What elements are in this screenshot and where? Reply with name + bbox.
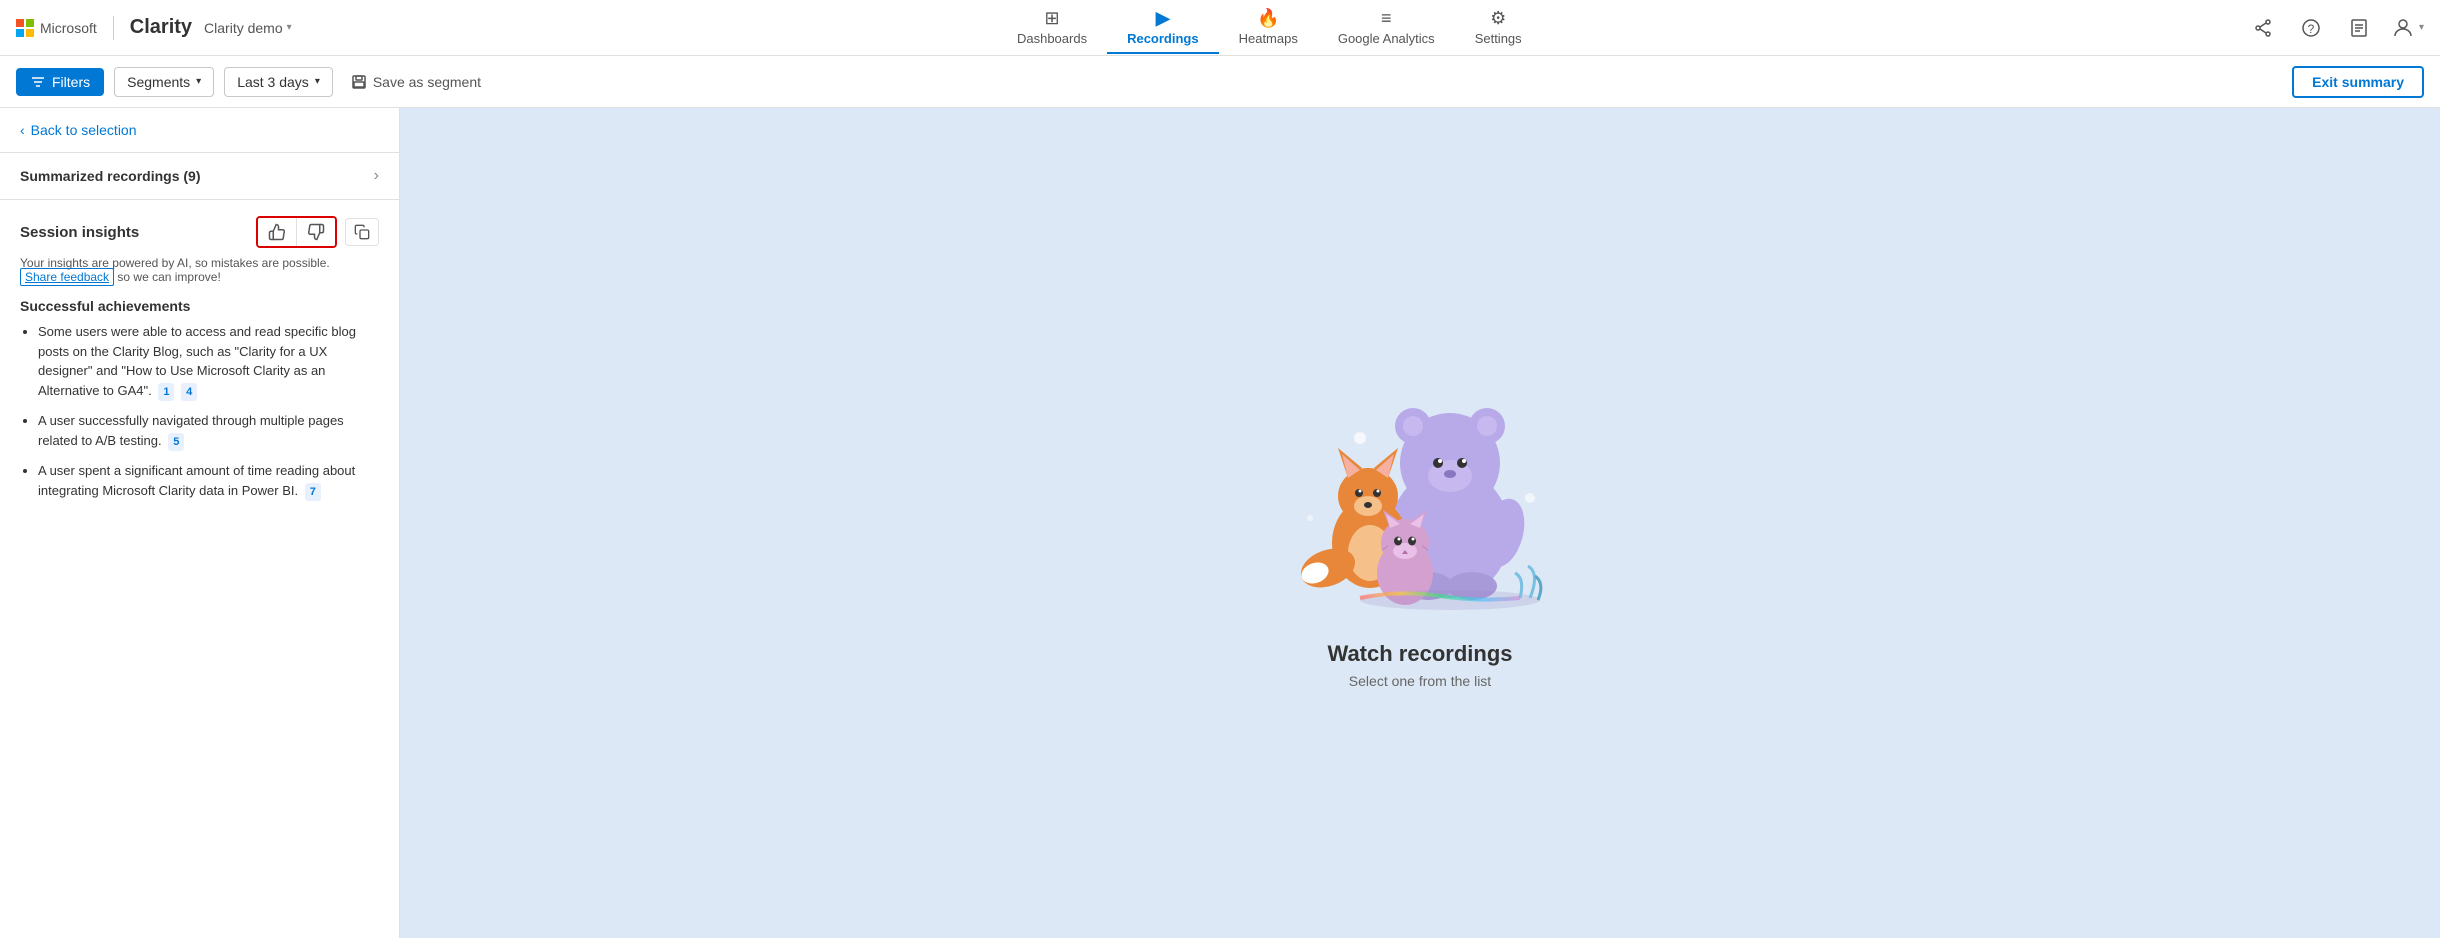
- thumbs-down-button[interactable]: [297, 218, 335, 246]
- tag-3[interactable]: 5: [168, 433, 184, 452]
- list-item: Some users were able to access and read …: [38, 322, 379, 401]
- exit-summary-label: Exit summary: [2312, 74, 2404, 90]
- tag-4[interactable]: 7: [305, 483, 321, 502]
- list-item: A user successfully navigated through mu…: [38, 411, 379, 451]
- left-panel: ‹ Back to selection Summarized recording…: [0, 108, 400, 938]
- back-arrow-icon: ‹: [20, 122, 25, 138]
- settings-icon: ⚙: [1490, 8, 1506, 29]
- nav-heatmaps-label: Heatmaps: [1239, 31, 1298, 46]
- achievements-list: Some users were able to access and read …: [20, 322, 379, 501]
- heatmaps-icon: 🔥: [1257, 8, 1279, 29]
- achievements-title: Successful achievements: [20, 298, 379, 314]
- watch-recordings-title: Watch recordings: [1328, 641, 1513, 667]
- daterange-chevron-icon: ▾: [315, 76, 320, 87]
- nav-item-google-analytics[interactable]: ≡ Google Analytics: [1318, 2, 1455, 54]
- help-icon-btn[interactable]: ?: [2295, 12, 2327, 44]
- insights-title: Session insights: [20, 224, 139, 241]
- tag-2[interactable]: 4: [181, 383, 197, 402]
- list-item: A user spent a significant amount of tim…: [38, 461, 379, 501]
- dashboards-icon: ⊞: [1044, 8, 1059, 29]
- animals-illustration: [1260, 358, 1580, 618]
- docs-icon-btn[interactable]: [2343, 12, 2375, 44]
- save-segment-button[interactable]: Save as segment: [343, 68, 489, 96]
- thumbs-up-button[interactable]: [258, 218, 297, 246]
- nav-item-heatmaps[interactable]: 🔥 Heatmaps: [1219, 2, 1318, 54]
- nav-item-dashboards[interactable]: ⊞ Dashboards: [997, 2, 1107, 54]
- main-layout: ‹ Back to selection Summarized recording…: [0, 108, 2440, 938]
- summarized-chevron-icon: ›: [374, 167, 379, 185]
- nav-dashboards-label: Dashboards: [1017, 31, 1087, 46]
- filters-label: Filters: [52, 74, 90, 90]
- watch-illustration: [1260, 358, 1580, 621]
- segments-label: Segments: [127, 74, 190, 90]
- insights-section: Session insights: [0, 200, 399, 527]
- ms-logo: Microsoft: [16, 19, 97, 37]
- thumbs-feedback-box: [256, 216, 337, 248]
- nav-right: ? ▾: [2247, 12, 2424, 44]
- share-feedback-link[interactable]: Share feedback: [20, 268, 114, 286]
- project-chevron-icon: ▾: [287, 22, 292, 33]
- user-menu-btn[interactable]: ▾: [2391, 16, 2424, 40]
- ai-notice-text: Your insights are powered by AI, so mist…: [20, 256, 379, 284]
- save-segment-label: Save as segment: [373, 74, 481, 90]
- summarized-title: Summarized recordings (9): [20, 168, 201, 184]
- back-label: Back to selection: [31, 122, 137, 138]
- filters-button[interactable]: Filters: [16, 68, 104, 96]
- recordings-icon: ▶: [1156, 8, 1170, 29]
- filters-icon: [30, 74, 46, 90]
- right-panel: Watch recordings Select one from the lis…: [400, 108, 2440, 938]
- nav-center: ⊞ Dashboards ▶ Recordings 🔥 Heatmaps ≡ G…: [304, 2, 2235, 54]
- thumbs-down-icon: [307, 223, 325, 241]
- ai-notice-suffix: so we can improve!: [117, 270, 220, 284]
- watch-recordings-subtitle: Select one from the list: [1349, 673, 1491, 689]
- ms-grid-icon: [16, 19, 34, 37]
- nav-recordings-label: Recordings: [1127, 31, 1199, 46]
- toolbar: Filters Segments ▾ Last 3 days ▾ Save as…: [0, 56, 2440, 108]
- exit-summary-button[interactable]: Exit summary: [2292, 66, 2424, 98]
- nav-ga-label: Google Analytics: [1338, 31, 1435, 46]
- summarized-recordings-bar[interactable]: Summarized recordings (9) ›: [0, 152, 399, 200]
- save-icon: [351, 74, 367, 90]
- svg-text:?: ?: [2308, 22, 2315, 36]
- segments-chevron-icon: ▾: [196, 76, 201, 87]
- clarity-brand-label: Clarity: [130, 16, 192, 39]
- top-nav: Microsoft Clarity Clarity demo ▾ ⊞ Dashb…: [0, 0, 2440, 56]
- ms-label: Microsoft: [40, 20, 97, 36]
- daterange-button[interactable]: Last 3 days ▾: [224, 67, 333, 97]
- back-to-selection-link[interactable]: ‹ Back to selection: [0, 108, 399, 152]
- copy-button[interactable]: [345, 218, 379, 246]
- segments-button[interactable]: Segments ▾: [114, 67, 214, 97]
- insights-actions: [256, 216, 379, 248]
- nav-item-settings[interactable]: ⚙ Settings: [1455, 2, 1542, 54]
- nav-item-recordings[interactable]: ▶ Recordings: [1107, 2, 1219, 54]
- nav-divider: [113, 16, 114, 40]
- share-icon-btn[interactable]: [2247, 12, 2279, 44]
- project-selector[interactable]: Clarity demo ▾: [204, 20, 292, 36]
- daterange-label: Last 3 days: [237, 74, 309, 90]
- thumbs-up-icon: [268, 223, 286, 241]
- bullet-text-2: A user successfully navigated through mu…: [38, 413, 344, 448]
- copy-icon: [354, 224, 370, 240]
- project-name: Clarity demo: [204, 20, 283, 36]
- insights-header: Session insights: [20, 216, 379, 248]
- google-analytics-icon: ≡: [1381, 8, 1392, 29]
- user-chevron-icon: ▾: [2419, 22, 2424, 33]
- nav-settings-label: Settings: [1475, 31, 1522, 46]
- tag-1[interactable]: 1: [158, 383, 174, 402]
